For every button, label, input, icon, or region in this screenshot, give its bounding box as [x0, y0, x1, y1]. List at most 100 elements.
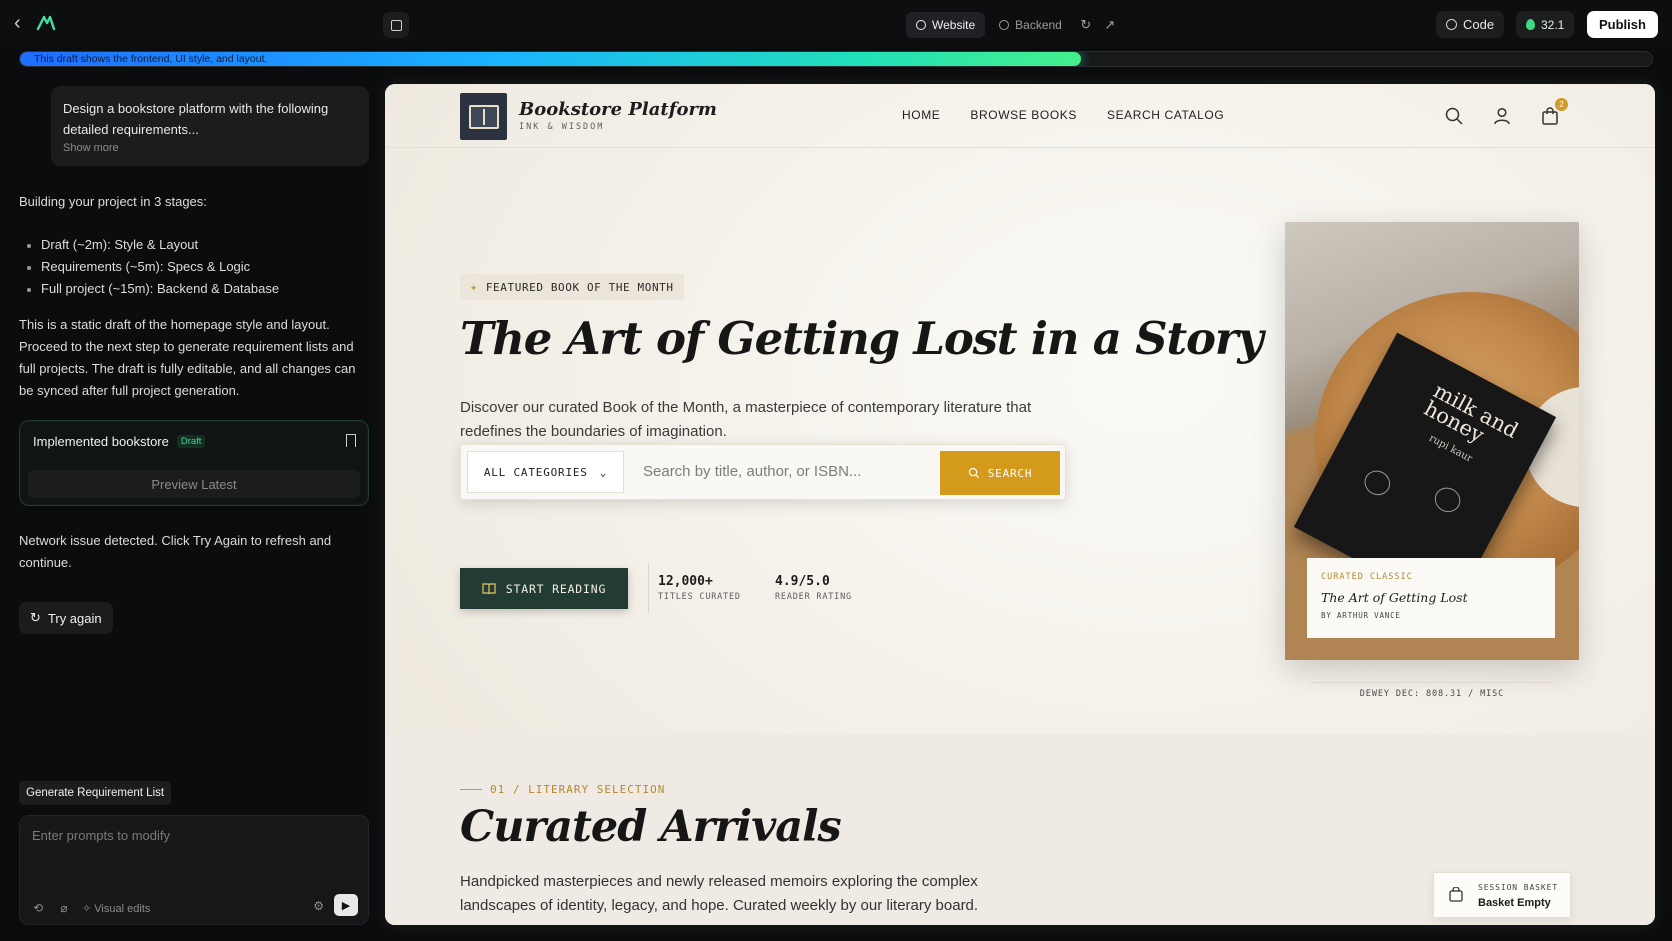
visual-edits-label: Visual edits: [94, 902, 151, 915]
show-more-link[interactable]: Show more: [63, 142, 357, 154]
featured-label: FEATURED BOOK OF THE MONTH: [485, 280, 674, 294]
featured-badge: ✦ FEATURED BOOK OF THE MONTH: [460, 274, 684, 300]
cart-button[interactable]: 2: [1540, 98, 1568, 126]
tab-backend[interactable]: Backend: [989, 12, 1072, 38]
divider: [648, 563, 649, 613]
preview-latest-button[interactable]: Preview Latest: [28, 470, 360, 498]
draft-badge: Draft: [176, 435, 206, 448]
eyebrow-line: [460, 789, 482, 790]
version-title-text: Implemented bookstore: [33, 434, 169, 449]
site-menu: HOME BROWSE BOOKS SEARCH CATALOG: [902, 108, 1224, 122]
site-logo-icon[interactable]: [460, 93, 507, 140]
hero-title: The Art of Getting Lost in a Story: [460, 312, 1263, 365]
app-logo-icon[interactable]: [36, 13, 56, 33]
toggle-sidebar-button[interactable]: [383, 12, 409, 38]
network-message: Network issue detected. Click Try Again …: [19, 533, 332, 570]
stages-list: Draft (~2m): Style & Layout Requirements…: [27, 234, 279, 300]
code-label: Code: [1463, 17, 1495, 32]
search-input[interactable]: Search by title, author, or ISBN...: [643, 463, 861, 480]
generate-requirement-button[interactable]: Generate Requirement List: [19, 781, 172, 805]
stat-rating: 4.9/5.0 READER RATING: [775, 574, 852, 602]
send-button[interactable]: ▶: [334, 894, 358, 916]
site-tagline: INK & WISDOM: [519, 122, 605, 132]
card-kicker: CURATED CLASSIC: [1321, 572, 1413, 582]
nav-browse-books[interactable]: BROWSE BOOKS: [970, 108, 1077, 122]
bee-icon: [1430, 483, 1465, 517]
credit-drop-icon: [1526, 19, 1535, 30]
history-icon[interactable]: ⟲: [30, 900, 46, 916]
circle-icon: [999, 20, 1010, 30]
list-item: Requirements (~5m): Specs & Logic: [27, 256, 279, 278]
card-title: The Art of Getting Lost: [1321, 590, 1468, 605]
refresh-icon: ↻: [30, 610, 41, 625]
search-button-label: SEARCH: [987, 466, 1033, 480]
prompt-text: Design a bookstore platform with the fol…: [63, 101, 329, 137]
bee-icon: [1360, 466, 1395, 500]
square-icon: [390, 19, 402, 31]
list-item: Draft (~2m): Style & Layout: [27, 234, 279, 256]
site-preview: Bookstore Platform INK & WISDOM HOME BRO…: [385, 84, 1655, 925]
search-icon: [968, 467, 979, 479]
card-author: BY ARTHUR VANCE: [1321, 611, 1401, 620]
publish-button[interactable]: Publish: [1587, 11, 1658, 38]
composer-tools: ⟲ ⌀ ✧ Visual edits: [30, 900, 150, 916]
version-title: Implemented bookstore Draft: [33, 434, 206, 449]
book-info-label: CURATED CLASSIC The Art of Getting Lost …: [1307, 558, 1555, 638]
version-card: Implemented bookstore Draft Preview Late…: [19, 420, 369, 506]
nav-home[interactable]: HOME: [902, 108, 940, 122]
draft-note: This is a static draft of the homepage s…: [19, 317, 356, 398]
back-arrow-icon[interactable]: ‹: [14, 13, 34, 34]
cart-count-badge: 2: [1555, 98, 1568, 111]
code-icon: [1446, 19, 1457, 30]
bookmark-icon[interactable]: [346, 434, 356, 447]
section-title: Curated Arrivals: [460, 802, 842, 852]
try-again-label: Try again: [47, 610, 102, 626]
site-brand[interactable]: Bookstore Platform: [519, 99, 717, 120]
user-icon[interactable]: [1492, 106, 1512, 126]
header-actions: 2: [1444, 98, 1568, 126]
category-label: ALL CATEGORIES: [483, 465, 588, 479]
basket-value: Basket Empty: [1478, 897, 1551, 909]
tab-label: Website: [932, 18, 976, 32]
sparkle-icon: ✧: [82, 902, 95, 915]
sparkle-icon: ✦: [470, 280, 478, 294]
visual-edits-button[interactable]: ✧ Visual edits: [82, 902, 150, 915]
nav-search-catalog[interactable]: SEARCH CATALOG: [1107, 108, 1224, 122]
user-prompt-card: Design a bookstore platform with the fol…: [51, 86, 369, 166]
prompt-composer[interactable]: Enter prompts to modify ⟲ ⌀ ✧ Visual edi…: [19, 815, 369, 925]
stat-titles: 12,000+ TITLES CURATED: [658, 574, 741, 602]
credits-value: 32.1: [1541, 17, 1565, 32]
generation-progress-bar: This draft shows the frontend, UI style,…: [19, 51, 1653, 67]
attachment-icon[interactable]: ⌀: [56, 900, 72, 916]
try-again-button[interactable]: ↻ Try again: [19, 602, 113, 634]
section-eyebrow: 01 / LITERARY SELECTION: [460, 783, 665, 796]
search-icon[interactable]: [1444, 106, 1464, 126]
refresh-icon[interactable]: ↻: [1076, 12, 1096, 38]
open-external-icon[interactable]: ↗: [1100, 12, 1120, 38]
top-bar: ‹ Website Backend ↻ ↗ Code 32.1 Publish: [0, 0, 1672, 48]
featured-book-card[interactable]: milk and honey rupi kaur CURATED CLASSIC…: [1285, 222, 1579, 660]
stages-intro: Building your project in 3 stages:: [19, 194, 207, 209]
tab-website[interactable]: Website: [906, 12, 986, 38]
code-button[interactable]: Code: [1436, 11, 1505, 38]
stat-value: 12,000+: [658, 574, 713, 589]
session-basket-widget[interactable]: SESSION BASKET Basket Empty: [1433, 872, 1571, 918]
credits-button[interactable]: 32.1: [1516, 11, 1575, 38]
site-header: Bookstore Platform INK & WISDOM HOME BRO…: [385, 84, 1655, 148]
catalog-search-bar: ALL CATEGORIES ⌄ Search by title, author…: [460, 444, 1066, 500]
stat-label: TITLES CURATED: [658, 592, 741, 602]
list-item: Full project (~15m): Backend & Database: [27, 278, 279, 300]
settings-icon[interactable]: ⚙: [313, 899, 324, 913]
eyebrow-text: 01 / LITERARY SELECTION: [490, 783, 666, 796]
start-reading-button[interactable]: START READING: [460, 568, 628, 609]
composer-placeholder: Enter prompts to modify: [32, 828, 170, 843]
section-subtitle: Handpicked masterpieces and newly releas…: [460, 873, 979, 914]
search-button[interactable]: SEARCH: [940, 451, 1060, 495]
open-book-icon: [482, 582, 496, 594]
progress-text: This draft shows the frontend, UI style,…: [34, 53, 268, 65]
view-switcher: Website Backend ↻ ↗: [906, 12, 1120, 38]
category-select[interactable]: ALL CATEGORIES ⌄: [467, 451, 624, 493]
tab-label: Backend: [1015, 18, 1062, 32]
dewey-caption: DEWEY DEC: 808.31 / MISC: [1310, 682, 1554, 699]
chevron-down-icon: ⌄: [599, 465, 608, 479]
